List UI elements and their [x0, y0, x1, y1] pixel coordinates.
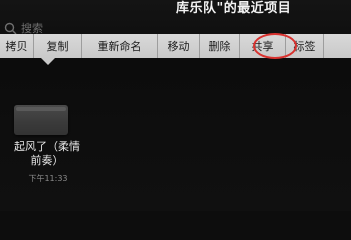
menu-item-label: 删除 [208, 40, 231, 53]
context-menu: 拷贝 复制 重新命名 移动 删除 共享 标签 [0, 34, 351, 58]
menu-item-label: 复制 [46, 40, 69, 53]
menu-item-label: 重新命名 [97, 40, 142, 53]
menu-pointer-arrow [41, 58, 55, 65]
menu-item-share[interactable]: 共享 [240, 34, 286, 58]
project-name-line: 前奏） [30, 154, 64, 167]
menu-item-copy[interactable]: 拷贝 [0, 34, 34, 58]
menu-item-label: 标签 [293, 40, 316, 53]
menu-item-move[interactable]: 移动 [158, 34, 200, 58]
app-window: 库乐队"的最近项目 拷贝 复制 重新命名 移动 删除 共享 标签 [0, 0, 351, 211]
project-name-line: 起风了（柔情 [14, 140, 80, 153]
menu-item-more[interactable] [324, 34, 351, 58]
menu-item-rename[interactable]: 重新命名 [82, 34, 158, 58]
menu-item-tag[interactable]: 标签 [286, 34, 324, 58]
project-thumbnail[interactable] [14, 105, 68, 135]
search-input[interactable] [21, 21, 101, 35]
menu-item-delete[interactable]: 删除 [200, 34, 240, 58]
menu-item-duplicate[interactable]: 复制 [34, 34, 82, 58]
menu-item-label: 拷贝 [5, 40, 28, 53]
project-timestamp: 下午11:33 [28, 174, 68, 183]
project-name[interactable]: 起风了（柔情 前奏） [8, 140, 86, 168]
search-icon [4, 22, 17, 35]
menu-item-label: 移动 [167, 40, 190, 53]
menu-item-label: 共享 [251, 40, 274, 53]
page-title: 库乐队"的最近项目 [176, 1, 292, 16]
